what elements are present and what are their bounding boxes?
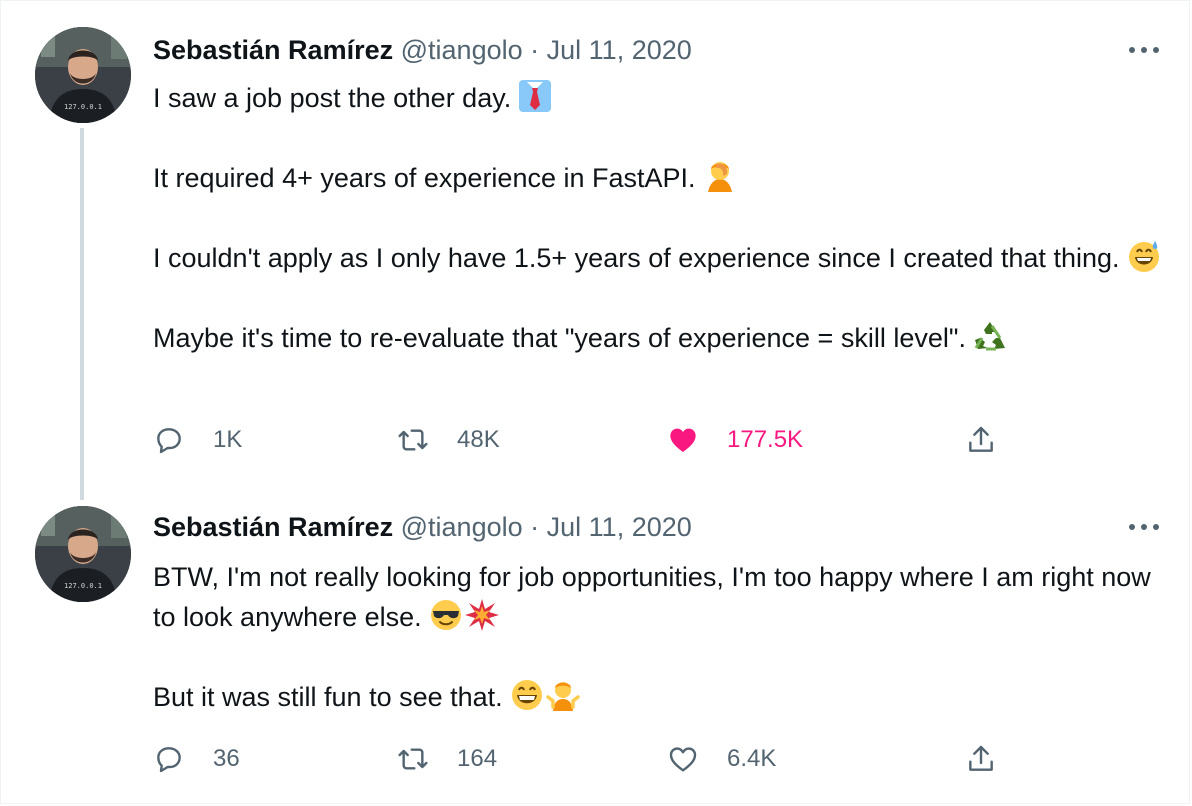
retweet-count: 48K	[457, 426, 500, 453]
reply-icon	[157, 747, 181, 773]
tweet[interactable]: 127.0.0.1 Sebastián Ramírez @tiangolo · …	[0, 0, 1192, 500]
necktie-icon	[519, 80, 552, 112]
tweet-paragraph: But it was still fun to see that.	[153, 677, 1173, 717]
more-options-icon[interactable]	[1126, 44, 1162, 56]
heart-filled-icon	[670, 428, 696, 452]
like-button[interactable]: 177.5K	[667, 420, 803, 460]
tweet-date[interactable]: Jul 11, 2020	[547, 35, 692, 65]
tweet-actions: 1K 48K 177.5K	[153, 420, 1013, 460]
like-count: 6.4K	[727, 745, 777, 772]
author-handle[interactable]: @tiangolo	[401, 512, 523, 542]
svg-text:127.0.0.1: 127.0.0.1	[64, 103, 102, 111]
share-icon	[969, 426, 993, 452]
reply-icon	[157, 428, 181, 454]
recycle-icon	[974, 322, 1005, 351]
tweet-paragraph: I couldn't apply as I only have 1.5+ yea…	[153, 238, 1173, 278]
reply-button[interactable]: 1K	[153, 420, 242, 460]
like-button[interactable]: 6.4K	[667, 739, 776, 779]
author-handle[interactable]: @tiangolo	[401, 35, 523, 65]
header-separator: ·	[530, 512, 540, 542]
tweet-paragraph: It required 4+ years of experience in Fa…	[153, 158, 1173, 198]
tweet-paragraph: Maybe it's time to re-evaluate that "yea…	[153, 318, 1173, 358]
tweet-text: BTW, I'm not really looking for job oppo…	[153, 557, 1173, 717]
header-separator: ·	[530, 35, 540, 65]
grinning-sweat-icon	[1128, 241, 1159, 272]
tweet-header: Sebastián Ramírez @tiangolo · Jul 11, 20…	[153, 35, 692, 65]
tweet-paragraph: BTW, I'm not really looking for job oppo…	[153, 562, 1151, 632]
avatar[interactable]: 127.0.0.1	[35, 27, 131, 123]
author-name[interactable]: Sebastián Ramírez	[153, 35, 393, 65]
share-button[interactable]	[965, 739, 997, 779]
author-name[interactable]: Sebastián Ramírez	[153, 512, 393, 542]
thread-line	[80, 128, 84, 500]
like-count: 177.5K	[727, 426, 804, 453]
tweet-text: I saw a job post the other day. It requi…	[153, 78, 1173, 358]
more-options-icon[interactable]	[1126, 521, 1162, 533]
tweet-header: Sebastián Ramírez @tiangolo · Jul 11, 20…	[153, 512, 692, 542]
retweet-button[interactable]: 164	[397, 739, 497, 779]
sunglasses-icon	[430, 600, 461, 630]
retweet-icon	[398, 429, 428, 451]
reply-count: 1K	[213, 426, 243, 453]
share-button[interactable]	[965, 420, 997, 460]
shrug-icon	[545, 682, 580, 711]
grinning-icon	[511, 680, 542, 710]
facepalm-icon	[707, 162, 732, 192]
retweet-count: 164	[457, 745, 498, 772]
share-icon	[969, 745, 993, 771]
retweet-icon	[398, 748, 428, 770]
tweet[interactable]: 127.0.0.1 Sebastián Ramírez @tiangolo · …	[0, 500, 1192, 806]
collision-icon	[464, 599, 499, 631]
retweet-button[interactable]: 48K	[397, 420, 500, 460]
reply-count: 36	[213, 745, 240, 772]
heart-icon	[669, 747, 697, 772]
tweet-actions: 36 164 6.4K	[153, 739, 1013, 779]
tweet-date[interactable]: Jul 11, 2020	[547, 512, 692, 542]
svg-text:127.0.0.1: 127.0.0.1	[64, 582, 102, 590]
reply-button[interactable]: 36	[153, 739, 240, 779]
avatar[interactable]: 127.0.0.1	[35, 506, 131, 602]
tweet-paragraph: I saw a job post the other day.	[153, 78, 1173, 118]
